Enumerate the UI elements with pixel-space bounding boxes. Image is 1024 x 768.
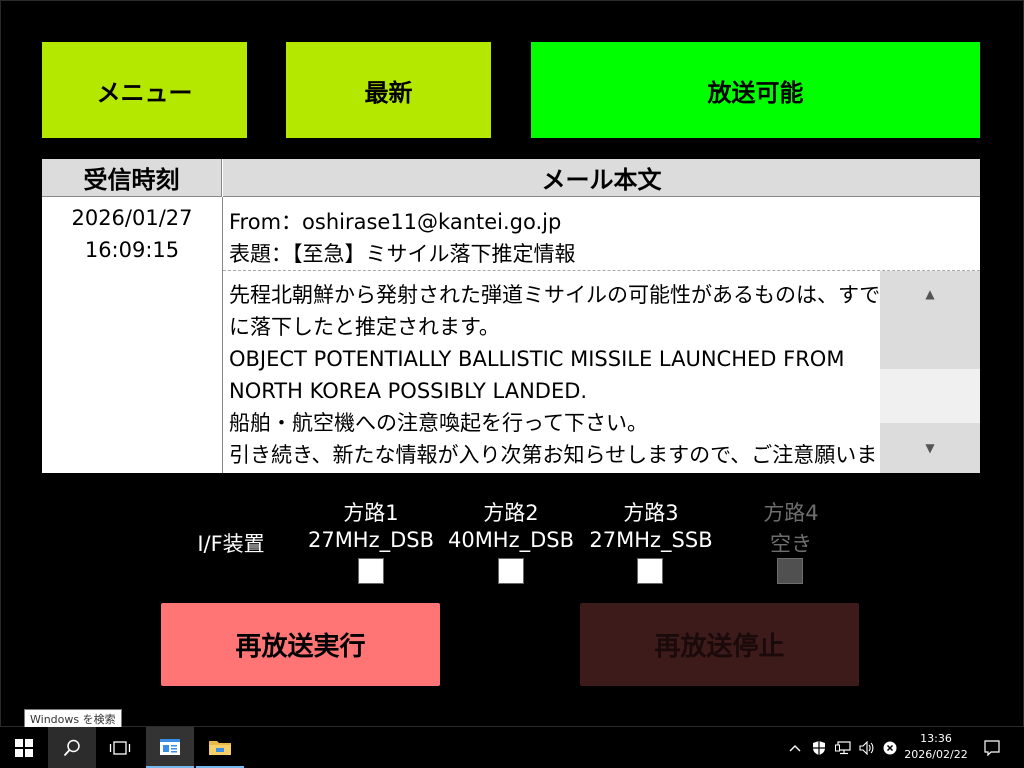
mail-body-line: 船舶・航空機への注意喚起を行って下さい。 [229, 411, 648, 435]
route-4-name: 方路4 [763, 501, 819, 525]
app-window-icon [160, 738, 180, 755]
route-3-mode: 27MHz_SSB [589, 528, 713, 552]
chevron-up-icon [789, 744, 801, 751]
scroll-down-button[interactable]: ▼ [880, 423, 980, 473]
route-1-checkbox[interactable] [358, 558, 384, 584]
mail-table: 受信時刻 メール本文 2026/01/27 16:09:15 From：oshi… [42, 159, 980, 473]
search-button[interactable] [48, 727, 96, 768]
mail-body-scrollbar[interactable]: ▲ ▼ [880, 271, 980, 473]
mail-body-line: 先程北朝鮮から発射された弾道ミサイルの可能性があるものは、すで [229, 283, 880, 307]
notification-status-button[interactable] [880, 727, 900, 768]
broadcast-status-indicator: 放送可能 [531, 42, 980, 138]
windows-logo-icon [15, 738, 33, 757]
start-button[interactable] [0, 727, 48, 768]
menu-button[interactable]: メニュー [42, 42, 247, 138]
if-device-label: I/F装置 [197, 532, 265, 556]
route-2-name: 方路2 [483, 501, 539, 525]
route-3-checkbox[interactable] [637, 558, 663, 584]
triangle-up-icon: ▲ [925, 287, 935, 301]
volume-tray-button[interactable] [856, 727, 878, 768]
close-circle-icon [883, 741, 897, 754]
column-header-mail-body: メール本文 [223, 159, 980, 197]
shield-icon [813, 740, 825, 755]
action-center-button[interactable] [978, 727, 1006, 768]
mail-body-line: NORTH KOREA POSSIBLY LANDED. [229, 379, 588, 403]
resend-stop-button: 再放送停止 [580, 603, 859, 686]
network-icon [835, 740, 851, 754]
route-4-checkbox [777, 558, 803, 584]
received-date: 2026/01/27 [71, 206, 193, 230]
mail-body-text: 先程北朝鮮から発射された弾道ミサイルの可能性があるものは、すで に落下したと推定… [223, 271, 880, 473]
search-tooltip: Windows を検索 [24, 709, 122, 729]
triangle-down-icon: ▼ [925, 441, 935, 455]
route-1-name: 方路1 [343, 501, 399, 525]
taskbar-app-broadcast[interactable] [146, 727, 194, 768]
mail-from: From：oshirase11@kantei.go.jp [229, 210, 562, 234]
search-icon [63, 739, 80, 756]
clock-time: 13:36 [920, 732, 952, 745]
taskbar-clock[interactable]: 13:36 2026/02/22 [900, 731, 972, 763]
scroll-up-button[interactable]: ▲ [880, 271, 980, 369]
mail-subject: 表題：【至急】ミサイル落下推定情報 [229, 242, 576, 266]
latest-button[interactable]: 最新 [286, 42, 491, 138]
broadcast-app-window: メニュー 最新 放送可能 受信時刻 メール本文 2026/01/27 16:09… [0, 0, 1024, 729]
task-view-button[interactable] [96, 727, 144, 768]
taskbar-app-file-explorer[interactable] [196, 727, 244, 768]
route-4-mode: 空き [770, 532, 812, 556]
mail-body-line: に落下したと推定されます。 [229, 315, 500, 339]
route-2-checkbox[interactable] [498, 558, 524, 584]
message-icon [984, 739, 1000, 756]
folder-icon [209, 740, 231, 755]
security-tray-button[interactable] [808, 727, 830, 768]
taskbar: 13:36 2026/02/22 [0, 727, 1024, 768]
received-time: 16:09:15 [84, 238, 180, 262]
route-3-name: 方路3 [623, 501, 679, 525]
resend-execute-button[interactable]: 再放送実行 [161, 603, 440, 686]
mail-body-line: 引き続き、新たな情報が入り次第お知らせしますので、ご注意願いま [229, 443, 878, 467]
tray-overflow-button[interactable] [784, 727, 806, 768]
route-1-mode: 27MHz_DSB [307, 528, 435, 552]
clock-date: 2026/02/22 [904, 748, 968, 761]
route-2-mode: 40MHz_DSB [447, 528, 575, 552]
column-header-received-time: 受信時刻 [42, 159, 222, 197]
speaker-icon [859, 740, 874, 755]
task-view-icon [109, 740, 131, 755]
mail-body-line: OBJECT POTENTIALLY BALLISTIC MISSILE LAU… [229, 347, 845, 371]
network-tray-button[interactable] [832, 727, 854, 768]
